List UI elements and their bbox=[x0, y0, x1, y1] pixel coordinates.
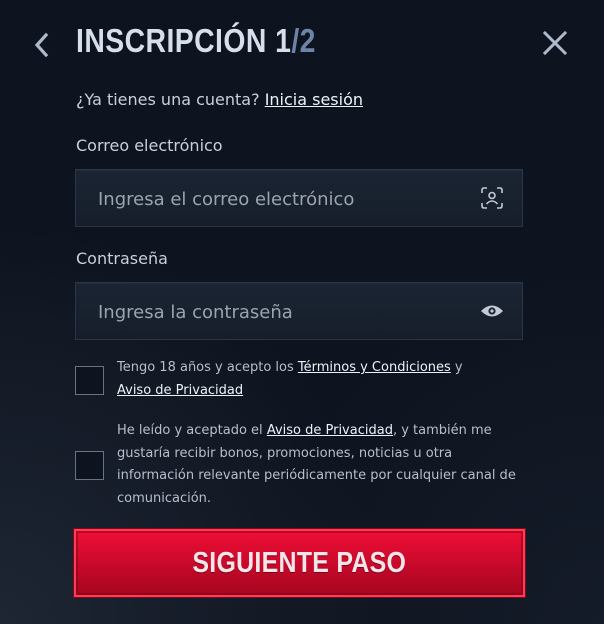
marketing-privacy-link[interactable]: Aviso de Privacidad bbox=[267, 423, 393, 438]
next-step-label: SIGUIENTE PASO bbox=[192, 546, 407, 579]
login-prompt: ¿Ya tienes una cuenta? Inicia sesión bbox=[76, 90, 363, 109]
chevron-left-icon bbox=[34, 32, 49, 58]
email-field-container bbox=[75, 169, 523, 228]
eye-icon[interactable] bbox=[480, 299, 504, 323]
login-prompt-text: ¿Ya tienes una cuenta? bbox=[76, 90, 260, 109]
password-field-container bbox=[75, 282, 523, 341]
marketing-checkbox[interactable] bbox=[75, 451, 104, 480]
terms-text-1: Tengo 18 años y acepto los bbox=[117, 360, 298, 375]
login-link[interactable]: Inicia sesión bbox=[265, 90, 363, 109]
email-label: Correo electrónico bbox=[76, 136, 223, 155]
title-separator: / bbox=[291, 22, 300, 59]
close-button[interactable] bbox=[538, 26, 572, 60]
face-scan-icon[interactable] bbox=[480, 186, 504, 210]
email-field[interactable] bbox=[96, 170, 470, 228]
title-step-total: 2 bbox=[299, 22, 316, 59]
password-field[interactable] bbox=[96, 283, 470, 341]
marketing-text-1: He leído y aceptado el bbox=[117, 423, 267, 438]
privacy-link[interactable]: Aviso de Privacidad bbox=[117, 383, 243, 398]
title-main: INSCRIPCIÓN 1 bbox=[76, 22, 292, 59]
back-button[interactable] bbox=[28, 30, 54, 60]
terms-text: Tengo 18 años y acepto los Términos y Co… bbox=[117, 357, 537, 402]
page-title: INSCRIPCIÓN 1/2 bbox=[76, 22, 316, 60]
password-label: Contraseña bbox=[76, 249, 168, 268]
header: INSCRIPCIÓN 1/2 bbox=[0, 0, 604, 90]
close-icon bbox=[542, 30, 568, 56]
terms-link[interactable]: Términos y Condiciones bbox=[298, 360, 451, 375]
terms-text-2: y bbox=[450, 360, 463, 375]
marketing-text: He leído y aceptado el Aviso de Privacid… bbox=[117, 420, 522, 510]
next-step-button[interactable]: SIGUIENTE PASO bbox=[74, 529, 525, 597]
terms-checkbox[interactable] bbox=[75, 366, 104, 395]
